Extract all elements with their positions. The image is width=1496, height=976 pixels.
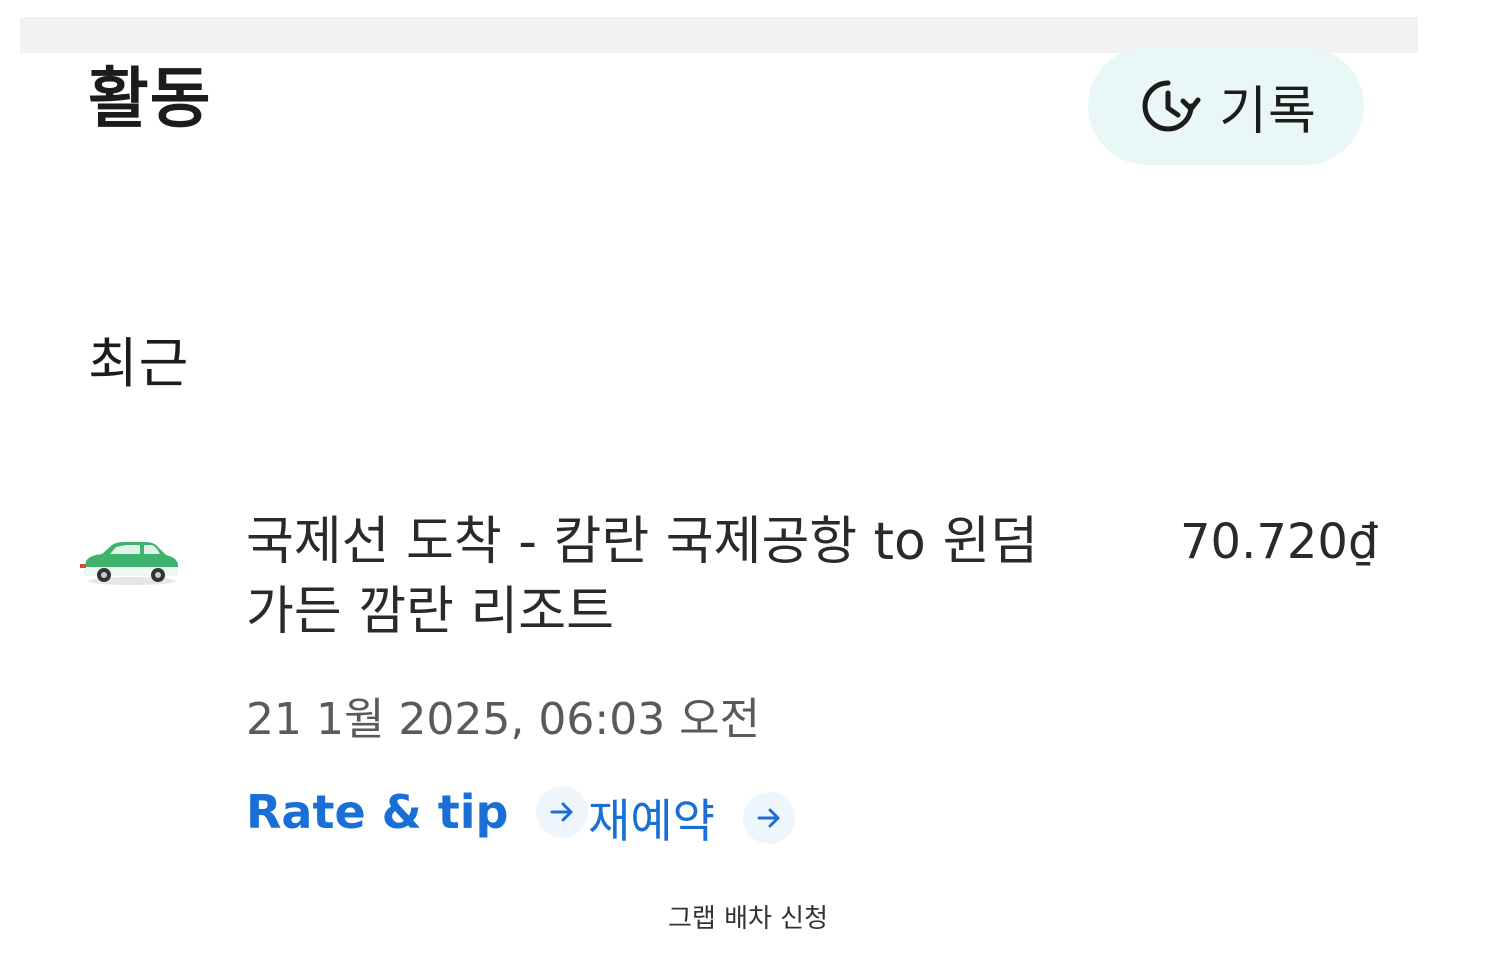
rate-tip-link[interactable]: Rate & tip: [246, 785, 589, 839]
rate-tip-label: Rate & tip: [246, 785, 509, 839]
trip-date: 21 1월 2025, 06:03 오전: [246, 694, 761, 745]
trip-price: 70.720₫: [1180, 514, 1379, 570]
history-icon: [1135, 73, 1201, 139]
arrow-right-icon: [536, 786, 589, 838]
car-icon: [78, 537, 182, 587]
activity-item[interactable]: 국제선 도착 - 캄란 국제공항 to 윈덤 가든 깜란 리조트 70.720₫…: [20, 487, 1418, 887]
trip-title: 국제선 도착 - 캄란 국제공항 to 윈덤 가든 깜란 리조트: [246, 512, 1039, 642]
page-title: 활동: [88, 60, 212, 137]
arrow-right-icon: [742, 792, 795, 844]
section-heading-recent: 최근: [88, 332, 190, 395]
history-button[interactable]: 기록: [1088, 47, 1364, 165]
app-screen: 활동 기록 최근 국제선 도착 - 캄란 국제공항 to 윈덤 가든 깜란 리조…: [20, 17, 1418, 887]
rebook-link[interactable]: 재예약: [588, 785, 795, 851]
image-caption: 그랩 배차 신청: [667, 904, 829, 934]
rebook-label: 재예약: [588, 794, 715, 848]
history-button-label: 기록: [1219, 81, 1317, 142]
